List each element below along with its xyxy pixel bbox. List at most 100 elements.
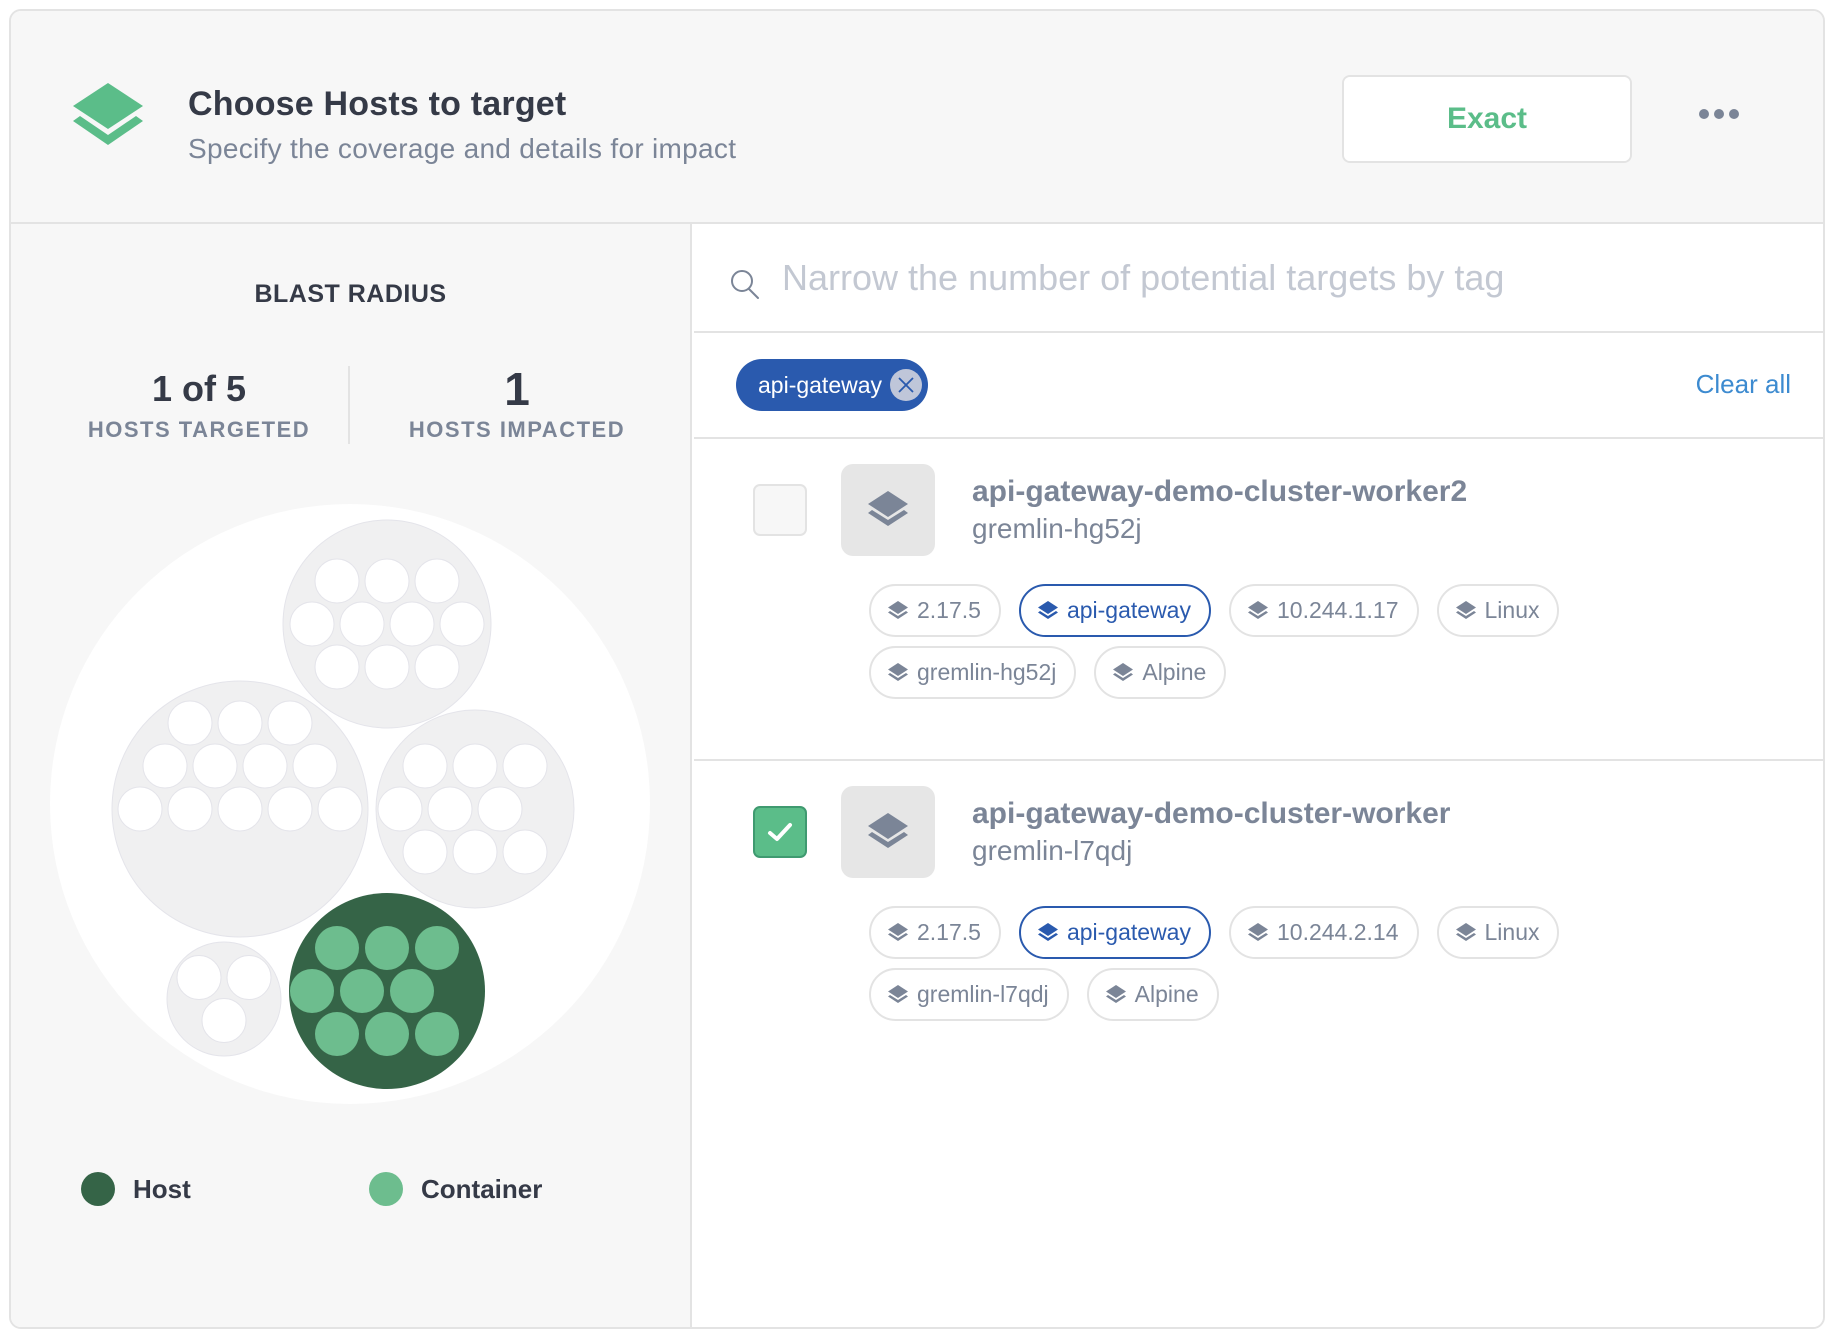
tag-label: Linux [1484, 597, 1540, 623]
layers-icon [868, 813, 908, 848]
tag-chip[interactable]: Linux [1436, 906, 1560, 959]
layers-icon [868, 491, 908, 526]
search-bar [694, 224, 1823, 333]
host-icon [841, 464, 935, 556]
layers-icon [1037, 922, 1058, 941]
host-checkbox[interactable] [753, 806, 807, 858]
container-bubble [317, 786, 363, 832]
container-bubble [176, 955, 222, 1000]
tag-chip[interactable]: 10.244.1.17 [1228, 584, 1419, 637]
tag-label: api-gateway [1066, 919, 1191, 945]
container-bubble [414, 644, 460, 690]
container-bubble [242, 743, 288, 789]
container-bubble [415, 1012, 459, 1056]
container-bubble [217, 700, 263, 746]
container-bubble [167, 700, 213, 746]
tag-chip[interactable]: 10.244.2.14 [1228, 906, 1419, 959]
tag-label: Linux [1484, 919, 1540, 945]
layers-icon [888, 984, 908, 1003]
container-bubble [142, 743, 188, 789]
container-bubble [292, 743, 338, 789]
tag-search-input[interactable] [782, 246, 1782, 310]
container-bubble [117, 786, 163, 832]
container-bubble [201, 998, 247, 1043]
card-header: Choose Hosts to target Specify the cover… [11, 11, 1823, 224]
layers-icon [1455, 922, 1476, 941]
layers-icon [1247, 922, 1268, 941]
container-bubble [452, 829, 498, 875]
host-checkbox[interactable] [753, 484, 807, 536]
selected-tag-chip[interactable]: api-gateway [736, 359, 929, 411]
host-name: api-gateway-demo-cluster-worker2 [972, 475, 1468, 508]
container-bubble [192, 743, 238, 789]
tag-label: gremlin-hg52j [917, 659, 1057, 685]
host-id: gremlin-hg52j [972, 513, 1142, 544]
tag-label: 2.17.5 [917, 597, 981, 623]
host-legend-swatch [81, 1172, 115, 1206]
container-bubble [289, 601, 335, 647]
container-bubble [314, 644, 360, 690]
container-legend-swatch [369, 1172, 403, 1206]
tag-chip[interactable]: 2.17.5 [869, 584, 1001, 637]
host-list-item[interactable]: api-gateway-demo-cluster-worker gremlin-… [694, 761, 1823, 1083]
tag-chip[interactable]: api-gateway [1018, 584, 1211, 637]
dot [1699, 109, 1709, 119]
container-bubble [167, 786, 213, 832]
layers-icon [888, 922, 908, 941]
tag-label: api-gateway [1066, 597, 1191, 623]
host-icon [841, 786, 935, 878]
container-bubble [315, 926, 359, 970]
layers-icon [888, 600, 908, 619]
more-options-icon[interactable] [1691, 99, 1747, 129]
tag-chip[interactable]: gremlin-hg52j [869, 646, 1077, 699]
dot [1729, 109, 1739, 119]
tag-chip[interactable]: Alpine [1086, 968, 1219, 1021]
target-mode-toggle: Tags Exact [1342, 75, 1632, 163]
tag-label: 2.17.5 [917, 919, 981, 945]
layers-icon [1247, 600, 1268, 619]
legend-item-container: Container [369, 1172, 542, 1206]
search-icon [731, 270, 759, 299]
clear-all-link[interactable]: Clear all [1696, 369, 1791, 400]
container-bubble [452, 743, 498, 789]
toggle-exact-button[interactable]: Exact [1344, 77, 1630, 161]
legend-label: Container [421, 1173, 543, 1204]
tag-chip[interactable]: Linux [1436, 584, 1560, 637]
container-bubble [377, 786, 423, 832]
layers-icon [1113, 662, 1134, 681]
container-bubble [402, 829, 448, 875]
host-name: api-gateway-demo-cluster-worker [972, 797, 1451, 830]
container-bubble [502, 743, 548, 789]
container-bubble [267, 700, 313, 746]
host-list-item[interactable]: api-gateway-demo-cluster-worker2 gremlin… [694, 439, 1823, 761]
container-bubble [364, 644, 410, 690]
container-bubble [267, 786, 313, 832]
blast-radius-panel: BLAST RADIUS 1 of 5 HOSTS TARGETED 1 HOS… [11, 224, 692, 1327]
tag-label: Alpine [1142, 659, 1207, 685]
layers-icon [1105, 984, 1126, 1003]
tag-chip[interactable]: Alpine [1094, 646, 1227, 699]
layers-icon [1037, 600, 1058, 619]
tag-chip[interactable]: api-gateway [1018, 906, 1211, 959]
container-bubble [477, 786, 523, 832]
container-bubble [427, 786, 473, 832]
container-bubble [402, 743, 448, 789]
check-icon [768, 823, 792, 841]
container-bubble [365, 1012, 409, 1056]
container-bubble [390, 969, 434, 1013]
tag-label: Alpine [1134, 981, 1199, 1007]
host-target-card: Choose Hosts to target Specify the cover… [9, 9, 1825, 1329]
container-bubble [217, 786, 263, 832]
legend-label: Host [133, 1173, 191, 1204]
tag-chip[interactable]: gremlin-l7qdj [869, 968, 1069, 1021]
blast-radius-chart [50, 504, 650, 1104]
container-bubble [314, 558, 360, 604]
container-bubble [315, 1012, 359, 1056]
container-bubble [414, 558, 460, 604]
container-bubble [365, 926, 409, 970]
remove-tag-button[interactable] [890, 369, 923, 401]
selected-filters: api-gateway Clear all [694, 333, 1823, 439]
targets-panel: api-gateway Clear all api-gateway-demo [694, 224, 1823, 1327]
layers-icon [73, 83, 143, 145]
tag-chip[interactable]: 2.17.5 [869, 906, 1001, 959]
